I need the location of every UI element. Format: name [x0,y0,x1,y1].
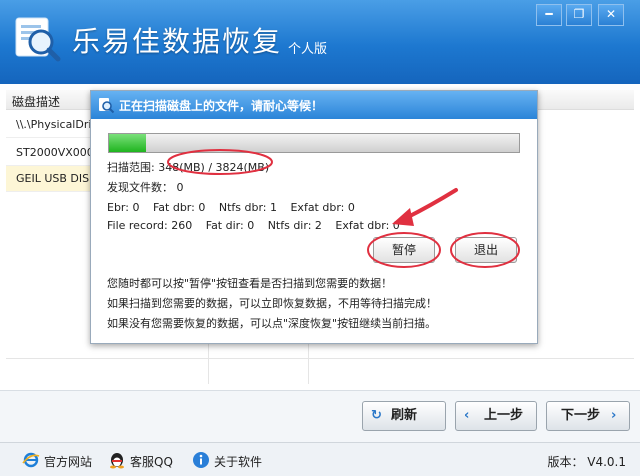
version-label: 版本： V4.0.1 [547,455,626,469]
dialog-title-bar: 正在扫描磁盘上的文件，请耐心等候！ [91,91,537,119]
minimize-button[interactable]: ━ [536,4,562,26]
tip-line: 如果扫描到您需要的数据，可以立即恢复数据，不用等待扫描完成！ [107,297,437,310]
ntfs-dbr-count: Ntfs dbr: 1 [218,201,277,214]
ntfs-dir-count: Ntfs dir: 2 [267,219,322,232]
fat-dir-count: Fat dir: 0 [205,219,255,232]
about-software-link[interactable]: 关于软件 [192,452,263,470]
tip-line: 您随时都可以按"暂停"按钮查看是否扫描到您需要的数据！ [107,277,393,290]
edition-label: 个人版 [288,42,328,57]
info-icon [193,452,209,468]
scan-progress-dialog: 正在扫描磁盘上的文件，请耐心等候！ 扫描范围: 348(MB) / 3824(M… [90,90,538,344]
list-item[interactable]: \\.\PhysicalDrive [6,112,94,138]
about-software-label: 关于软件 [214,455,263,469]
pause-button[interactable]: 暂停 [373,237,435,263]
bottom-toolbar: ↻ 刷新 ‹ 上一步 下一步 › [0,390,640,442]
previous-step-label: 上一步 [484,408,524,423]
next-step-label: 下一步 [561,408,601,423]
customer-service-qq-link[interactable]: 客服QQ [108,453,173,470]
previous-step-button[interactable]: ‹ 上一步 [455,401,537,431]
dbr-stats: Ebr: 0 Fat dbr: 0 Ntfs dbr: 1 Exfat dbr:… [107,201,365,214]
fat-dbr-count: Fat dbr: 0 [152,201,206,214]
record-stats: File record: 260 Fat dir: 0 Ntfs dir: 2 … [107,219,410,232]
ebr-count: Ebr: 0 [107,201,140,214]
chevron-left-icon: ‹ [464,408,470,423]
title-bar: 乐易佳数据恢复 个人版 ━ ❐ ✕ [0,0,640,84]
qq-penguin-icon [110,453,124,469]
minimize-icon: ━ [545,7,553,21]
maximize-button[interactable]: ❐ [566,4,592,26]
scan-progress-bar [108,133,520,153]
ie-browser-icon [22,452,40,468]
official-website-label: 官方网站 [44,455,93,469]
progress-fill [109,134,147,152]
dialog-title: 正在扫描磁盘上的文件，请耐心等候！ [119,99,324,113]
refresh-icon: ↻ [371,408,382,423]
grid-divider [6,358,634,359]
refresh-button[interactable]: ↻ 刷新 [362,401,446,431]
chevron-right-icon: › [611,408,617,423]
column-header-disk-description[interactable]: 磁盘描述 [12,93,60,110]
scan-range-text: 扫描范围: 348(MB) / 3824(MB) [107,161,270,174]
exfat-dbr-count: Exfat dbr: 0 [290,201,355,214]
next-step-button[interactable]: 下一步 › [546,401,630,431]
magnifier-logo-icon [15,17,61,62]
official-website-link[interactable]: 官方网站 [22,452,93,470]
list-item[interactable]: GEIL USB DISK [6,166,94,192]
list-item[interactable]: ST2000VX000- [6,140,94,166]
quit-button[interactable]: 退出 [455,237,517,263]
customer-service-qq-label: 客服QQ [130,455,173,469]
close-button[interactable]: ✕ [598,4,624,26]
file-count-text: 发现文件数： 0 [107,181,184,194]
status-bar: 官方网站 客服QQ 关于软件 版本： V4.0.1 [0,442,640,476]
magnifier-icon [99,98,115,114]
tip-line: 如果没有您需要恢复的数据，可以点"深度恢复"按钮继续当前扫描。 [107,317,437,330]
file-record-count: File record: 260 [107,219,193,232]
app-title: 乐易佳数据恢复 [72,25,283,58]
refresh-label: 刷新 [391,408,418,423]
close-icon: ✕ [605,7,617,21]
exfat-dbr-record-count: Exfat dbr: 0 [335,219,400,232]
maximize-icon: ❐ [573,7,585,21]
